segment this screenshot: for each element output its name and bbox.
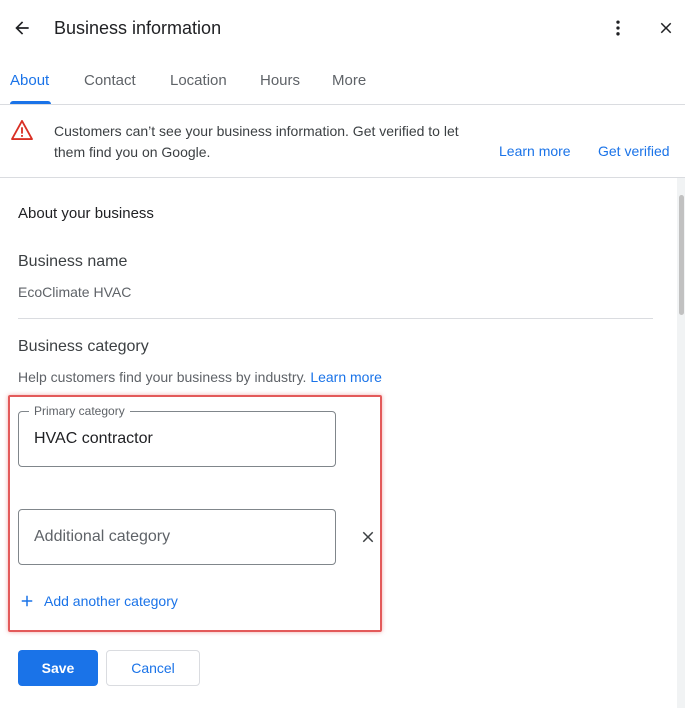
business-name-value: EcoClimate HVAC	[18, 284, 132, 300]
tab-contact[interactable]: Contact	[84, 72, 136, 90]
tab-about[interactable]: About	[10, 72, 49, 90]
tab-location[interactable]: Location	[170, 72, 227, 90]
get-verified-link[interactable]: Get verified	[598, 143, 670, 159]
highlight-box	[8, 395, 382, 632]
tab-hours[interactable]: Hours	[260, 72, 300, 90]
category-help-text: Help customers find your business by ind…	[18, 369, 382, 385]
close-icon[interactable]	[652, 14, 680, 42]
learn-more-link[interactable]: Learn more	[499, 143, 571, 159]
business-category-label: Business category	[18, 338, 149, 355]
page-title: Business information	[54, 18, 222, 38]
warning-icon	[11, 120, 33, 145]
verification-banner: Customers can’t see your business inform…	[0, 105, 685, 178]
category-help-message: Help customers find your business by ind…	[18, 369, 307, 385]
banner-message: Customers can’t see your business inform…	[54, 123, 459, 160]
category-learn-more-link[interactable]: Learn more	[310, 369, 382, 385]
save-button[interactable]: Save	[18, 650, 98, 686]
tab-more[interactable]: More	[332, 72, 366, 90]
business-name-label: Business name	[18, 253, 128, 270]
divider	[18, 318, 653, 319]
scrollbar-thumb[interactable]	[679, 195, 684, 315]
section-title: About your business	[18, 205, 154, 222]
active-tab-indicator	[10, 101, 51, 104]
tab-bar: About Contact Location Hours More	[0, 60, 685, 105]
cancel-button[interactable]: Cancel	[106, 650, 200, 686]
back-arrow-icon[interactable]	[8, 14, 36, 42]
more-vert-icon[interactable]	[604, 14, 632, 42]
